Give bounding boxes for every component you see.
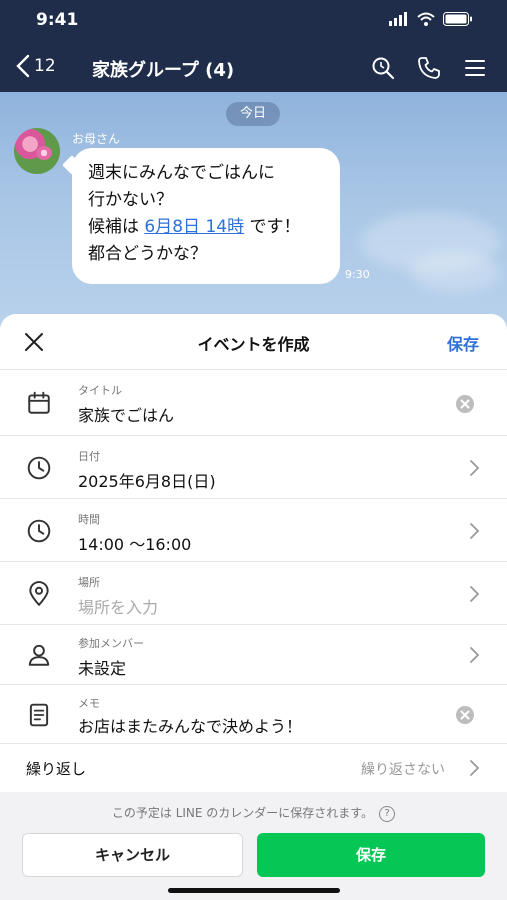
unread-count: 12	[34, 56, 56, 76]
date-value: 2025年6月8日(日)	[78, 472, 216, 491]
clock-icon	[27, 519, 51, 543]
chevron-right-icon	[470, 586, 480, 602]
background-cloud	[410, 252, 500, 292]
chat-area: 今日 お母さん 週末にみんなでごはんに 行かない？ 候補は 6月8日 14時 で…	[0, 92, 507, 332]
location-row[interactable]: 場所 場所を入力	[0, 562, 507, 625]
message-line: 行かない？	[88, 190, 173, 210]
title-row[interactable]: タイトル 家族でごはん	[0, 370, 507, 436]
header-actions	[371, 56, 487, 80]
wifi-icon	[417, 12, 435, 26]
chevron-right-icon	[470, 523, 480, 539]
repeat-value: 繰り返さない	[361, 762, 445, 778]
sheet-title: イベントを作成	[197, 335, 310, 354]
signal-icon	[389, 12, 407, 26]
sender-name: お母さん	[72, 132, 121, 146]
clear-icon[interactable]	[455, 705, 475, 725]
members-row[interactable]: 参加メンバー 未設定	[0, 625, 507, 685]
repeat-label: 繰り返し	[26, 760, 87, 778]
chevron-right-icon	[470, 460, 480, 476]
event-create-sheet: イベントを作成 保存 タイトル 家族でごはん 日付 2025年6月8日(日) 時	[0, 314, 507, 900]
memo-label: メモ	[78, 697, 100, 710]
footer-note-text: この予定は LINE のカレンダーに保存されます。	[111, 806, 374, 820]
date-separator: 今日	[226, 102, 280, 126]
status-bar: 9:41	[0, 0, 507, 44]
message-bubble[interactable]: 週末にみんなでごはんに 行かない？ 候補は 6月8日 14時 です！ 都合どうか…	[72, 148, 340, 284]
menu-icon[interactable]	[463, 56, 487, 80]
memo-input[interactable]: お店はまたみんなで決めよう！	[78, 713, 302, 737]
time-row[interactable]: 時間 14:00 ～16:00	[0, 499, 507, 562]
cancel-button[interactable]: キャンセル	[22, 833, 243, 877]
location-pin-icon	[29, 581, 49, 606]
save-button[interactable]: 保存	[447, 331, 479, 355]
clock-icon	[27, 456, 51, 480]
message-line: 都合どうかな？	[88, 244, 207, 264]
chat-header: 12 家族グループ (4)	[0, 44, 507, 92]
calendar-icon	[28, 391, 50, 414]
calendar-save-note: この予定は LINE のカレンダーに保存されます。?	[0, 804, 507, 822]
memo-icon	[29, 703, 49, 727]
time-value: 14:00 ～16:00	[78, 535, 192, 554]
message-text: 候補は	[88, 217, 145, 237]
message-text: です！	[244, 217, 301, 237]
repeat-row[interactable]: 繰り返し 繰り返さない	[0, 744, 507, 792]
memo-row[interactable]: メモ お店はまたみんなで決めよう！	[0, 685, 507, 744]
person-icon	[28, 644, 50, 666]
date-row[interactable]: 日付 2025年6月8日(日)	[0, 436, 507, 499]
location-input[interactable]: 場所を入力	[78, 594, 158, 618]
chevron-left-icon	[16, 54, 30, 78]
message-line: 候補は 6月8日 14時 です！	[88, 214, 324, 241]
time-label: 時間	[78, 513, 100, 526]
location-label: 場所	[78, 576, 100, 589]
members-value: 未設定	[78, 659, 127, 678]
members-label: 参加メンバー	[78, 637, 144, 650]
status-icons	[389, 12, 473, 26]
sheet-header: イベントを作成 保存	[0, 314, 507, 370]
title-input[interactable]: 家族でごはん	[78, 402, 174, 426]
message-line: 週末にみんなでごはんに	[88, 163, 275, 183]
avatar[interactable]	[14, 128, 60, 174]
clear-icon[interactable]	[455, 394, 475, 414]
status-time: 9:41	[36, 10, 79, 30]
chevron-right-icon	[470, 647, 480, 663]
date-link[interactable]: 6月8日 14時	[144, 217, 244, 237]
title-label: タイトル	[78, 384, 122, 397]
help-icon[interactable]: ?	[379, 805, 396, 822]
chevron-right-icon	[470, 760, 480, 776]
message-time: 9:30	[345, 268, 370, 281]
home-indicator	[168, 888, 340, 893]
search-icon[interactable]	[371, 56, 395, 80]
back-button[interactable]: 12	[16, 54, 56, 78]
chat-title: 家族グループ (4)	[92, 60, 235, 81]
phone-icon[interactable]	[417, 56, 441, 80]
confirm-save-button[interactable]: 保存	[257, 833, 485, 877]
date-label: 日付	[78, 450, 100, 463]
battery-icon	[443, 12, 472, 26]
